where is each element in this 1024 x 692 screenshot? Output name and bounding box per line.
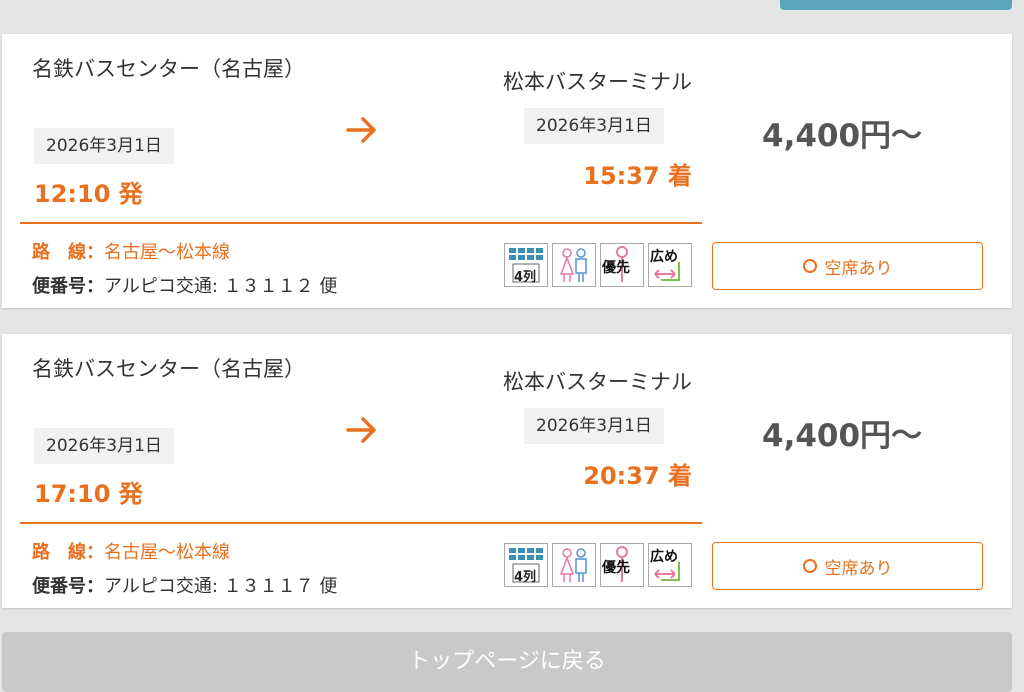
4-row-seat-icon: 4列	[504, 543, 548, 587]
route-label: 路 線：	[32, 242, 104, 263]
arrival-stop: 松本バスターミナル	[503, 370, 692, 394]
flight-info: 便番号：アルピコ交通: １３１１２ 便	[32, 272, 337, 298]
result-card: 名鉄バスセンター（名古屋） 2026年3月1日 17:10 発 松本バスターミナ…	[2, 334, 1012, 608]
result-card: 名鉄バスセンター（名古屋） 2026年3月1日 12:10 発 松本バスターミナ…	[2, 34, 1012, 308]
circle-icon	[802, 559, 817, 573]
icon-label: 優先	[602, 560, 630, 576]
circle-icon	[802, 259, 817, 273]
4-row-seat-icon: 4列	[504, 243, 548, 287]
seat-button-label: 空席あり	[824, 258, 893, 279]
flight-value: アルピコ交通: １３１１７ 便	[104, 576, 338, 597]
icon-label: 4列	[514, 570, 537, 585]
priority-seat-icon: 優先	[600, 543, 644, 587]
icon-label: 優先	[602, 260, 630, 276]
feature-icons: 4列 優先 広め	[504, 543, 692, 587]
departure-date: 2026年3月1日	[34, 128, 174, 164]
arrow-right-icon	[346, 417, 376, 443]
departure-stop: 名鉄バスセンター（名古屋）	[32, 357, 305, 381]
divider	[20, 522, 702, 524]
women-men-icon	[552, 543, 596, 587]
feature-icons: 4列 優先 広め	[504, 243, 692, 287]
flight-label: 便番号：	[32, 576, 104, 597]
top-action-button[interactable]	[780, 0, 1012, 10]
seat-availability-button[interactable]: 空席あり	[712, 242, 983, 290]
route-value: 名古屋〜松本線	[104, 242, 230, 263]
flight-value: アルピコ交通: １３１１２ 便	[104, 276, 338, 297]
price: 4,400円〜	[762, 418, 923, 454]
icon-label: 広め	[650, 249, 678, 265]
seat-button-label: 空席あり	[824, 558, 893, 579]
route-label: 路 線：	[32, 542, 104, 563]
departure-stop: 名鉄バスセンター（名古屋）	[32, 57, 305, 81]
route-info: 路 線：名古屋〜松本線	[32, 238, 230, 264]
seat-availability-button[interactable]: 空席あり	[712, 542, 983, 590]
divider	[20, 222, 702, 224]
arrival-date: 2026年3月1日	[524, 108, 664, 144]
departure-time: 17:10 発	[34, 480, 143, 508]
departure-date: 2026年3月1日	[34, 428, 174, 464]
route-info: 路 線：名古屋〜松本線	[32, 538, 230, 564]
flight-info: 便番号：アルピコ交通: １３１１７ 便	[32, 572, 337, 598]
arrow-right-icon	[346, 117, 376, 143]
arrival-date: 2026年3月1日	[524, 408, 664, 444]
icon-label: 広め	[650, 549, 678, 565]
women-men-icon	[552, 243, 596, 287]
route-value: 名古屋〜松本線	[104, 542, 230, 563]
flight-label: 便番号：	[32, 276, 104, 297]
arrival-time: 20:37 着	[583, 462, 692, 490]
icon-label: 4列	[514, 270, 537, 285]
priority-seat-icon: 優先	[600, 243, 644, 287]
wide-seat-icon: 広め	[648, 543, 692, 587]
back-to-top-page-button[interactable]: トップページに戻る	[2, 632, 1012, 692]
arrival-time: 15:37 着	[583, 162, 692, 190]
wide-seat-icon: 広め	[648, 243, 692, 287]
arrival-stop: 松本バスターミナル	[503, 70, 692, 94]
price: 4,400円〜	[762, 118, 923, 154]
departure-time: 12:10 発	[34, 180, 143, 208]
